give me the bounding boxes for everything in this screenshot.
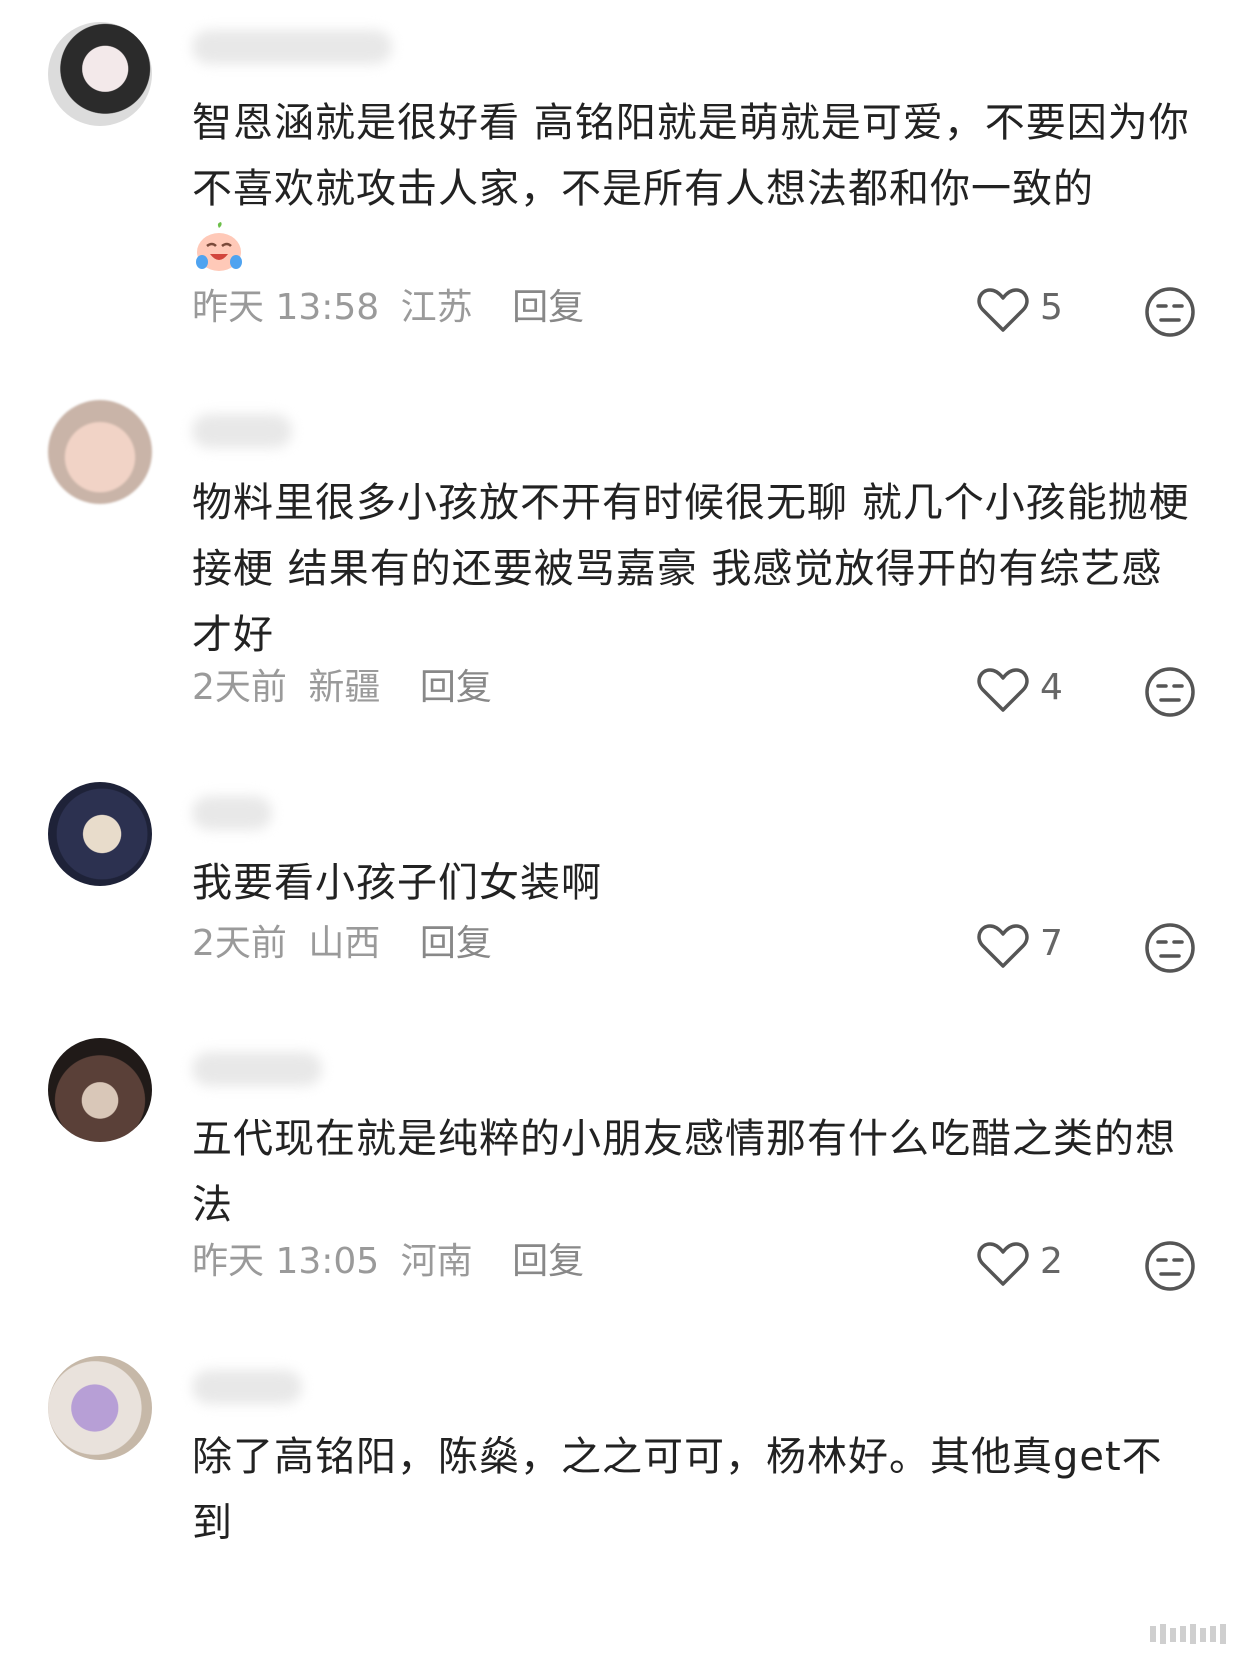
username-blurred[interactable] — [192, 1052, 322, 1086]
comment-location: 江苏 — [400, 287, 473, 328]
bottom-fade — [0, 1610, 1242, 1656]
heart-outline-icon[interactable] — [976, 286, 1030, 334]
watermark-icon — [1150, 1624, 1226, 1644]
reply-button[interactable]: 回复 — [512, 1241, 584, 1282]
like-count: 7 — [1040, 923, 1063, 964]
username-blurred[interactable] — [192, 414, 292, 448]
reply-button[interactable]: 回复 — [420, 923, 492, 964]
comment-meta: 昨天 13:05 河南 回复 — [192, 1240, 584, 1284]
username-blurred[interactable] — [192, 1370, 302, 1404]
avatar[interactable] — [48, 400, 152, 504]
comment-time: 2天前 — [192, 923, 287, 964]
comment-meta: 2天前 山西 回复 — [192, 922, 492, 966]
heart-outline-icon[interactable] — [976, 922, 1030, 970]
comment-time: 昨天 13:58 — [192, 287, 380, 328]
comment-text: 我要看小孩子们女装啊 — [192, 860, 602, 906]
neutral-face-icon[interactable] — [1144, 666, 1196, 718]
comment-text: 智恩涵就是很好看 高铭阳就是萌就是可爱，不要因为你不喜欢就攻击人家，不是所有人想… — [192, 100, 1190, 212]
heart-outline-icon[interactable] — [976, 666, 1030, 714]
comment-location: 山西 — [308, 923, 381, 964]
like-count: 4 — [1040, 667, 1063, 708]
comment-location: 新疆 — [308, 667, 381, 708]
avatar[interactable] — [48, 782, 152, 886]
crying-laughing-face-icon — [196, 222, 242, 271]
comment-time: 昨天 13:05 — [192, 1241, 380, 1282]
comment-text: 五代现在就是纯粹的小朋友感情那有什么吃醋之类的想法 — [192, 1116, 1176, 1228]
avatar[interactable] — [48, 1038, 152, 1142]
comment-text: 物料里很多小孩放不开有时候很无聊 就几个小孩能抛梗接梗 结果有的还要被骂嘉豪 我… — [192, 480, 1190, 658]
like-count: 5 — [1040, 287, 1063, 328]
comment-location: 河南 — [400, 1241, 473, 1282]
avatar[interactable] — [48, 22, 152, 126]
comment-meta: 2天前 新疆 回复 — [192, 666, 492, 710]
neutral-face-icon[interactable] — [1144, 1240, 1196, 1292]
comment-meta: 昨天 13:58 江苏 回复 — [192, 286, 584, 330]
reply-button[interactable]: 回复 — [420, 667, 492, 708]
username-blurred[interactable] — [192, 796, 272, 830]
neutral-face-icon[interactable] — [1144, 286, 1196, 338]
username-blurred[interactable] — [192, 30, 392, 64]
neutral-face-icon[interactable] — [1144, 922, 1196, 974]
comment-time: 2天前 — [192, 667, 287, 708]
comment-text: 除了高铭阳，陈燊，之之可可，杨林好。其他真get不到 — [192, 1434, 1163, 1546]
heart-outline-icon[interactable] — [976, 1240, 1030, 1288]
reply-button[interactable]: 回复 — [512, 287, 584, 328]
avatar[interactable] — [48, 1356, 152, 1460]
like-count: 2 — [1040, 1241, 1063, 1282]
